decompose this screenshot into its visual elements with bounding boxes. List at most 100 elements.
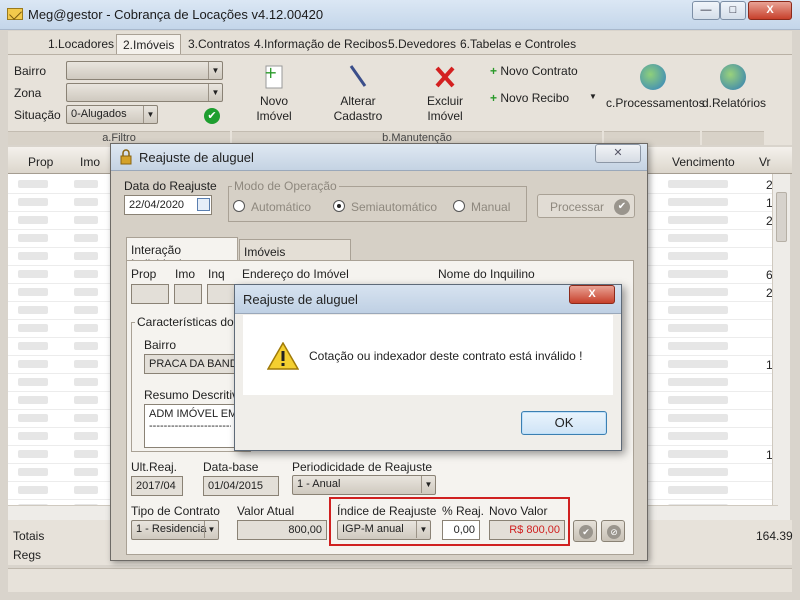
periodicidade-label: Periodicidade de Reajuste — [292, 460, 433, 474]
dialog-message: Cotação ou indexador deste contrato está… — [309, 349, 583, 363]
chevron-down-icon: ▼ — [143, 106, 157, 123]
chevron-down-icon: ▼ — [208, 62, 222, 79]
novo-imovel-label: Novo Imóvel — [256, 94, 292, 123]
blurred-cell — [668, 378, 728, 386]
inq-input[interactable] — [207, 284, 237, 304]
blurred-cell — [74, 450, 98, 458]
tab-locadores[interactable]: 1.Locadores — [42, 34, 120, 54]
blurred-cell — [18, 432, 48, 440]
imo-input[interactable] — [174, 284, 202, 304]
vertical-scrollbar[interactable] — [772, 174, 790, 520]
delete-x-icon — [435, 66, 455, 88]
novo-contrato-label: Novo Contrato — [500, 64, 578, 78]
menu-bar: 1.Locadores 2.Imóveis 3.Contratos 4.Info… — [8, 31, 792, 55]
indice-combo[interactable]: IGP-M anual ▼ — [337, 520, 431, 540]
cancel-round-button[interactable]: ⊘ — [601, 520, 625, 542]
resumo-line1: ADM IMÓVEL EM: — [149, 408, 236, 420]
blurred-cell — [18, 198, 48, 206]
blurred-cell — [18, 216, 48, 224]
valor-atual-input[interactable]: 800,00 — [237, 520, 327, 540]
col-imo[interactable]: Imo — [80, 155, 100, 169]
ok-button[interactable]: OK — [521, 411, 607, 435]
processamentos-button[interactable]: c.Processamentos — [606, 64, 705, 111]
calendar-icon[interactable] — [197, 198, 210, 211]
blurred-cell — [18, 468, 48, 476]
automatico-label: Automático — [251, 200, 312, 214]
resumo-textarea[interactable]: ADM IMÓVEL EM: ------------------------ — [144, 404, 236, 448]
dialog-body: Cotação ou indexador deste contrato está… — [243, 315, 613, 395]
dialog-title: Reajuste de aluguel — [243, 292, 358, 307]
blurred-cell — [668, 468, 728, 476]
blurred-cell — [74, 270, 98, 278]
excluir-imovel-button[interactable]: Excluir Imóvel — [418, 64, 472, 124]
confirm-round-button[interactable]: ✔ — [573, 520, 597, 542]
tab-devedores[interactable]: 5.Devedores — [382, 34, 462, 54]
ult-reaj-value: 2017/04 — [136, 480, 176, 492]
data-base-label: Data-base — [203, 460, 259, 474]
bairro-value: PRACA DA BANDEI — [149, 358, 235, 370]
relatorios-button[interactable]: d.Relatórios — [702, 64, 766, 111]
maximize-button[interactable]: □ — [720, 1, 746, 20]
blurred-cell — [18, 306, 48, 314]
main-titlebar: Meg@gestor - Cobrança de Locações v4.12.… — [0, 0, 800, 30]
col-vr[interactable]: Vr — [759, 155, 771, 169]
tab-tabelas-controles[interactable]: 6.Tabelas e Controles — [454, 34, 582, 54]
bairro-filter-combo[interactable]: ▼ — [66, 61, 223, 80]
scroll-thumb[interactable] — [776, 192, 787, 242]
semiautomatico-label: Semiautomático — [351, 200, 438, 214]
inq-label: Inq — [208, 267, 225, 281]
tab-imoveis-reajustados[interactable]: Imóveis Reajustados — [239, 239, 351, 273]
tab-imoveis[interactable]: 2.Imóveis — [116, 34, 182, 54]
col-vencimento[interactable]: Vencimento — [672, 155, 735, 169]
periodicidade-value: 1 - Anual — [297, 478, 341, 490]
blurred-cell — [668, 486, 728, 494]
reajuste-close-button[interactable]: ✕ — [595, 144, 641, 163]
data-base-input[interactable]: 01/04/2015 — [203, 476, 279, 496]
novo-imovel-button[interactable]: + Novo Imóvel — [246, 63, 302, 124]
col-prop[interactable]: Prop — [28, 155, 53, 169]
processar-button[interactable]: Processar ✔ — [537, 194, 635, 218]
zona-filter-combo[interactable]: ▼ — [66, 83, 223, 102]
close-button[interactable]: X — [748, 1, 792, 20]
novo-recibo-button[interactable]: + Novo Recibo — [490, 91, 600, 105]
ult-reaj-input[interactable]: 2017/04 — [131, 476, 183, 496]
radio-semiautomatico[interactable] — [333, 200, 345, 212]
tipo-contrato-label: Tipo de Contrato — [131, 504, 220, 518]
confirm-check-icon[interactable]: ✔ — [204, 108, 220, 124]
tab-interacao-individual[interactable]: Interação Individual — [126, 237, 238, 271]
alterar-cadastro-button[interactable]: Alterar Cadastro — [328, 64, 388, 124]
tipo-contrato-combo[interactable]: 1 - Residencia ▼ — [131, 520, 219, 540]
tab-informacao-recibos[interactable]: 4.Informação de Recibos — [248, 34, 393, 54]
blurred-cell — [74, 360, 98, 368]
tab-contratos[interactable]: 3.Contratos — [182, 34, 256, 54]
dialog-footer: OK — [243, 395, 613, 441]
error-dialog: Reajuste de aluguel X Cotação ou indexad… — [234, 284, 622, 451]
perc-reaj-input[interactable]: 0,00 — [442, 520, 480, 540]
cancel-icon: ⊘ — [607, 525, 621, 539]
processamentos-label: c.Processamentos — [606, 96, 705, 110]
prop-input[interactable] — [131, 284, 169, 304]
novo-recibo-dropdown[interactable]: ▼ — [589, 92, 597, 101]
dialog-close-button[interactable]: X — [569, 285, 615, 304]
blurred-cell — [74, 468, 98, 476]
bairro-input[interactable]: PRACA DA BANDEI — [144, 354, 236, 374]
blurred-cell — [668, 450, 728, 458]
radio-automatico[interactable] — [233, 200, 245, 212]
regs-label: Regs — [13, 548, 42, 562]
periodicidade-combo[interactable]: 1 - Anual ▼ — [292, 475, 436, 495]
chevron-down-icon: ▼ — [421, 476, 435, 493]
radio-manual[interactable] — [453, 200, 465, 212]
blurred-cell — [18, 288, 48, 296]
blurred-cell — [668, 432, 728, 440]
minimize-button[interactable]: — — [692, 1, 720, 20]
blurred-cell — [74, 234, 98, 242]
valor-atual-value: 800,00 — [288, 524, 322, 536]
chevron-down-icon: ▼ — [208, 84, 222, 101]
tipo-contrato-value: 1 - Residencia — [136, 523, 207, 535]
bairro-filter-label: Bairro — [14, 64, 47, 78]
total-value: 164.39 — [756, 529, 793, 543]
novo-contrato-button[interactable]: + Novo Contrato — [490, 64, 600, 78]
novo-valor-input[interactable]: R$ 800,00 — [489, 520, 565, 540]
situacao-filter-combo[interactable]: 0-Alugados ▼ — [66, 105, 158, 124]
blurred-cell — [74, 324, 98, 332]
